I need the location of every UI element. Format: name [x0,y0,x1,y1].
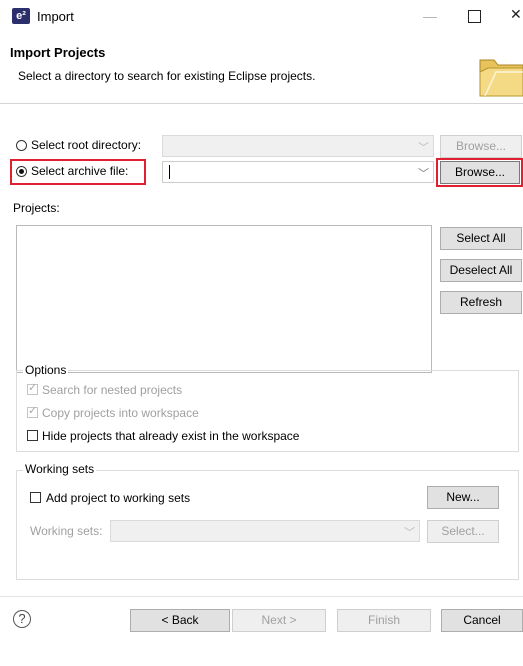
header-separator [0,103,523,104]
page-subtitle: Select a directory to search for existin… [18,69,316,83]
archive-browse-button[interactable]: Browse... [440,161,520,184]
folder-icon [479,59,523,97]
hide-existing-label: Hide projects that already exist in the … [42,429,300,443]
archive-file-label: Select archive file: [31,164,129,178]
archive-file-radio[interactable] [16,166,27,177]
root-directory-label: Select root directory: [31,138,142,152]
title-bar [0,0,523,34]
page-title: Import Projects [10,45,106,60]
add-working-sets-label: Add project to working sets [46,491,191,505]
minimize-button[interactable]: — [420,6,440,26]
back-button[interactable]: < Back [130,609,230,632]
root-browse-button[interactable]: Browse... [440,135,522,158]
select-all-button[interactable]: Select All [440,227,522,250]
refresh-button[interactable]: Refresh [440,291,522,314]
eclipse-app-icon: e² [12,8,30,24]
root-directory-radio[interactable] [16,140,27,151]
close-button[interactable]: ✕ [510,6,522,23]
options-title: Options [23,363,69,377]
hide-existing-checkbox[interactable] [27,430,38,441]
working-sets-label: Working sets: [30,524,103,538]
next-button[interactable]: Next > [232,609,326,632]
chevron-down-icon: ﹀ [418,168,429,180]
working-sets-combo[interactable]: ﹀ [110,520,420,542]
deselect-all-button[interactable]: Deselect All [440,259,522,282]
projects-label: Projects: [13,201,60,215]
new-working-set-button[interactable]: New... [427,486,499,509]
copy-projects-label: Copy projects into workspace [42,406,199,420]
finish-button[interactable]: Finish [337,609,431,632]
select-working-set-button[interactable]: Select... [427,520,499,543]
footer-separator [0,596,523,597]
search-nested-checkbox[interactable] [27,381,38,395]
chevron-down-icon: ﹀ [404,527,415,539]
add-working-sets-checkbox[interactable] [30,492,41,503]
working-sets-title: Working sets [23,462,97,476]
projects-list[interactable] [16,225,432,373]
copy-projects-checkbox[interactable] [27,404,38,418]
root-directory-combo[interactable]: ﹀ [162,135,434,157]
help-icon[interactable]: ? [13,610,31,628]
text-cursor [169,165,170,179]
chevron-down-icon: ﹀ [418,142,429,154]
archive-file-combo[interactable]: ﹀ [162,161,434,183]
window-title: Import [37,9,74,24]
search-nested-label: Search for nested projects [42,383,183,397]
cancel-button[interactable]: Cancel [441,609,523,632]
maximize-button[interactable] [468,10,481,23]
